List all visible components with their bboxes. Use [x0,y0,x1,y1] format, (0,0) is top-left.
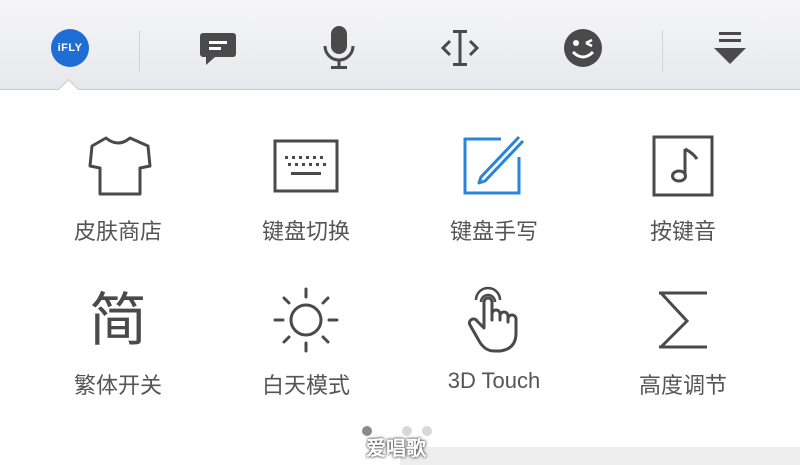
tile-keyboard-switch[interactable]: 键盘切换 [216,128,396,278]
tile-label: 键盘切换 [261,220,350,245]
keyboard-icon [273,139,339,193]
tile-key-sound[interactable]: 按键音 [593,128,773,278]
tile-handwriting[interactable]: 键盘手写 [404,128,584,278]
hide-keyboard-button[interactable] [700,18,760,78]
tile-3d-touch[interactable]: 3D Touch [404,282,584,432]
music-note-icon [652,135,714,197]
touch-hand-icon [468,286,518,353]
toolbar-divider [662,30,663,72]
microphone-icon [323,26,355,69]
handwriting-icon [463,135,525,195]
tile-day-mode[interactable]: 白天模式 [216,282,396,432]
bottom-bar [400,447,800,465]
traditional-char-icon: 简 [88,286,147,354]
ifly-logo-button[interactable]: iFLY [40,18,100,78]
tile-label: 高度调节 [638,374,727,399]
text-cursor-icon [440,30,480,66]
tile-skin-store[interactable]: 皮肤商店 [28,128,208,278]
ifly-logo-icon: iFLY [51,29,89,67]
tile-label: 按键音 [649,220,716,245]
tile-label: 键盘手写 [449,220,538,245]
emoji-icon [564,29,602,67]
tshirt-icon [88,136,152,196]
cursor-move-button[interactable] [430,18,490,78]
collapse-arrow-icon [714,32,746,64]
tile-label: 白天模式 [261,374,350,399]
tile-label: 繁体开关 [73,374,162,399]
tile-label: 3D Touch [447,368,541,393]
emoji-button[interactable] [553,18,613,78]
keyboard-toolbar: iFLY [0,0,800,90]
sun-icon [273,287,339,353]
message-button[interactable] [188,18,248,78]
voice-input-button[interactable] [309,18,369,78]
tile-label: 皮肤商店 [73,220,162,245]
message-icon [200,33,236,65]
watermark-text: 爱唱歌 [366,436,426,460]
tile-height-adjust[interactable]: 高度调节 [593,282,773,432]
tile-traditional-toggle[interactable]: 简 繁体开关 [28,282,208,432]
height-adjust-icon [659,291,707,349]
toolbar-divider [139,30,140,72]
